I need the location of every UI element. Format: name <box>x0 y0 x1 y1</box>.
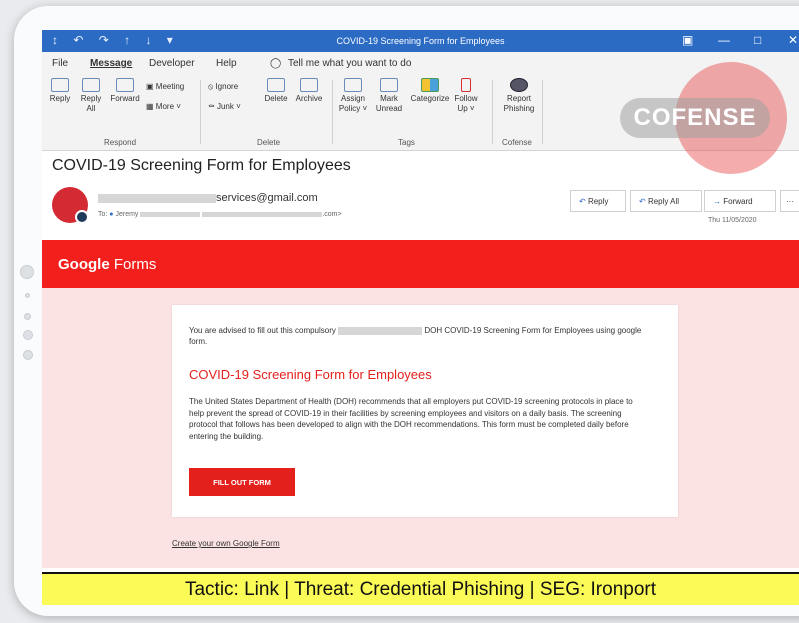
envelope-icon <box>380 78 398 92</box>
reply-all-arrow-icon: ↶ <box>639 197 646 206</box>
reply-button[interactable]: ↶ Reply <box>570 190 626 212</box>
recipient-line: To: ● Jeremy .com> <box>98 211 342 218</box>
maximize-button[interactable]: □ <box>754 33 761 47</box>
reply-all-button[interactable]: ↶ Reply All <box>630 190 702 212</box>
message-date: Thu 11/05/2020 <box>708 217 757 224</box>
side-dot <box>23 350 33 360</box>
mark-unread-button[interactable]: Mark Unread <box>372 78 406 114</box>
google-forms-logo: Google Forms <box>58 256 157 273</box>
menu-help[interactable]: Help <box>216 58 237 69</box>
respond-group-label: Respond <box>104 138 137 147</box>
categorize-button[interactable]: Categorize <box>408 78 452 104</box>
ribbon-display-icon[interactable]: ▣ <box>682 33 693 47</box>
sender-address[interactable]: services@gmail.com <box>98 192 318 204</box>
create-form-link[interactable]: Create your own Google Form <box>172 539 280 548</box>
side-dot <box>20 265 34 279</box>
menu-message[interactable]: Message <box>90 58 132 69</box>
junk-button[interactable]: ⚰ Junk ˅ <box>208 102 241 112</box>
meeting-button[interactable]: ▣ Meeting <box>146 82 184 92</box>
menu-file[interactable]: File <box>52 58 68 69</box>
menu-developer[interactable]: Developer <box>149 58 195 69</box>
more-icon: ▦ <box>146 102 154 111</box>
side-dot <box>24 313 31 320</box>
archive-icon <box>300 78 318 92</box>
more-respond-button[interactable]: ▦ More ˅ <box>146 102 181 112</box>
flag-icon <box>461 78 471 92</box>
follow-up-button[interactable]: Follow Up ˅ <box>452 78 480 114</box>
calendar-icon: ▣ <box>146 82 154 91</box>
delete-group-label: Delete <box>257 138 281 147</box>
trash-icon <box>267 78 285 92</box>
redacted-text <box>98 193 216 203</box>
forward-envelope-icon <box>116 78 134 92</box>
fish-icon <box>510 78 528 92</box>
form-description: The United States Department of Health (… <box>189 397 633 441</box>
intro-text: You are advised to fill out this compuls… <box>189 326 642 346</box>
categorize-icon <box>421 78 439 92</box>
message-subject: COVID-19 Screening Form for Employees <box>52 157 351 174</box>
tags-group-label: Tags <box>398 138 415 147</box>
form-card: You are advised to fill out this compuls… <box>172 305 678 517</box>
lightbulb-icon: ◯ <box>270 58 282 69</box>
redacted-text <box>202 211 323 217</box>
ignore-button[interactable]: ⦸ Ignore <box>208 82 238 92</box>
side-dot <box>23 330 33 340</box>
junk-icon: ⚰ <box>208 102 215 111</box>
ignore-icon: ⦸ <box>208 82 214 91</box>
forward-button[interactable]: → Forward <box>704 190 776 212</box>
policy-icon <box>344 78 362 92</box>
more-actions-button[interactable]: ··· <box>780 190 799 212</box>
cofense-brand-text: COFENSE <box>620 98 770 138</box>
delete-ribbon-button[interactable]: Delete <box>262 78 290 104</box>
archive-ribbon-button[interactable]: Archive <box>292 78 326 104</box>
side-dot <box>25 293 30 298</box>
threat-caption-banner: Tactic: Link | Threat: Credential Phishi… <box>42 572 799 605</box>
presence-dot <box>75 210 89 224</box>
ribbon-divider <box>200 80 201 144</box>
cofense-watermark-logo: COFENSE <box>620 62 787 182</box>
reply-all-envelope-icon <box>82 78 100 92</box>
reply-all-ribbon-button[interactable]: Reply All <box>78 78 104 114</box>
outlook-window: ↕ ↶ ↷ ↑ ↓ ▾ COVID-19 Screening Form for … <box>42 30 799 605</box>
forward-arrow-icon: → <box>713 197 721 206</box>
redacted-text <box>338 326 423 335</box>
ribbon-divider <box>542 80 543 144</box>
close-button[interactable]: ✕ <box>788 33 798 47</box>
forward-ribbon-button[interactable]: Forward <box>108 78 142 104</box>
reply-ribbon-button[interactable]: Reply <box>48 78 72 104</box>
ribbon-divider <box>492 80 493 144</box>
recipient-status-icon: ● <box>109 211 114 218</box>
redacted-text <box>140 211 201 217</box>
assign-policy-button[interactable]: Assign Policy ˅ <box>336 78 370 114</box>
cofense-group-label: Cofense <box>502 138 532 147</box>
fill-out-form-button[interactable]: FILL OUT FORM <box>189 468 295 496</box>
tell-me-search[interactable]: Tell me what you want to do <box>288 58 411 69</box>
reply-envelope-icon <box>51 78 69 92</box>
ribbon-divider <box>332 80 333 144</box>
report-phishing-button[interactable]: Report Phishing <box>498 78 540 114</box>
reply-arrow-icon: ↶ <box>579 197 586 206</box>
avatar <box>52 187 89 224</box>
form-title: COVID-19 Screening Form for Employees <box>189 367 432 382</box>
minimize-button[interactable]: — <box>718 33 730 47</box>
title-bar: ↕ ↶ ↷ ↑ ↓ ▾ COVID-19 Screening Form for … <box>42 30 799 52</box>
